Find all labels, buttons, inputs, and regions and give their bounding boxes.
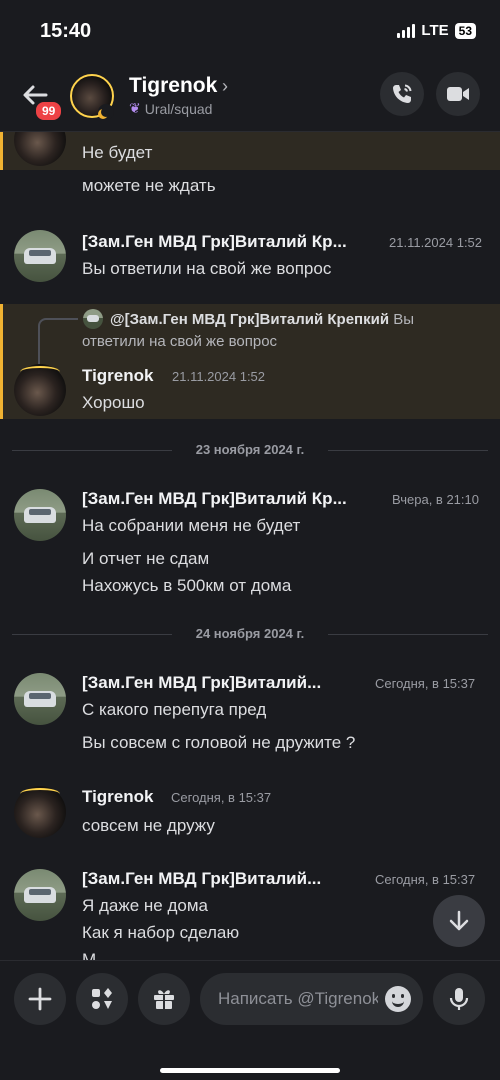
attach-button[interactable] [14, 973, 66, 1025]
plus-icon [28, 987, 52, 1011]
message-author[interactable]: [Зам.Ген МВД Грк]Виталий Кр... [82, 489, 347, 509]
video-camera-icon [447, 87, 469, 101]
unread-badge: 99 [34, 100, 64, 122]
avatar[interactable] [14, 364, 66, 416]
custom-status: ❦ Ural/squad [129, 100, 212, 117]
reply-connector [38, 318, 78, 364]
call-button[interactable] [380, 72, 424, 116]
status-time: 15:40 [40, 20, 92, 42]
message-text: На собрании меня не будет [82, 516, 301, 535]
message-text: Как я набор сделаю [82, 923, 240, 942]
avatar[interactable] [14, 230, 66, 282]
gift-button[interactable] [138, 973, 190, 1025]
status-bar: 15:40 LTE 53 [0, 0, 500, 62]
message-timestamp: Сегодня, в 15:37 [171, 790, 272, 805]
arrow-down-icon [449, 910, 469, 931]
message-timestamp: Сегодня, в 15:37 [375, 872, 476, 887]
avatar[interactable] [14, 489, 66, 541]
chevron-right-icon[interactable]: › [222, 76, 228, 97]
voice-message-button[interactable] [433, 973, 485, 1025]
emoji-icon[interactable] [385, 986, 411, 1012]
message-timestamp: 21.11.2024 1:52 [172, 369, 266, 384]
message-author[interactable]: Tigrenok [82, 787, 153, 807]
message-timestamp: 21.11.2024 1:52 [389, 235, 483, 250]
date-divider: 24 ноября 2024 г. [12, 626, 488, 642]
battery-icon: 53 [454, 22, 476, 39]
message-text: Не будет [82, 143, 153, 162]
message-text: Я даже не дома [82, 896, 209, 915]
jump-to-latest-button[interactable] [433, 895, 485, 947]
channel-title[interactable]: Tigrenok [129, 74, 217, 98]
message-author[interactable]: [Зам.Ген МВД Грк]Виталий... [82, 673, 321, 693]
network-label: LTE [421, 22, 449, 39]
reply-text: ответили на свой же вопрос [82, 333, 278, 350]
butterfly-icon: ❦ [129, 100, 141, 116]
gift-icon [154, 990, 174, 1010]
avatar[interactable] [14, 673, 66, 725]
reply-preview[interactable]: @[Зам.Ген МВД Грк]Виталий Крепкий Вы отв… [82, 309, 462, 353]
mention-bar [0, 132, 3, 170]
mention-bar [0, 304, 3, 419]
message-input[interactable]: Написать @Tigrenok [200, 973, 423, 1025]
chat-header: 99 Tigrenok › ❦ Ural/squad [0, 62, 500, 132]
message-text: Нахожусь в 500км от дома [82, 576, 292, 595]
message-list[interactable]: Не будет можете не ждать [Зам.Ген МВД Гр… [0, 132, 500, 960]
message-text: С какого перепуга пред [82, 700, 267, 719]
date-divider: 23 ноября 2024 г. [12, 442, 488, 458]
reply-author: @[Зам.Ген МВД Грк]Виталий Крепкий [110, 311, 390, 328]
date-divider-label: 23 ноября 2024 г. [195, 442, 305, 457]
signal-icon [397, 23, 416, 38]
message-text: Хорошо [82, 393, 145, 412]
message-text: совсем не дружу [82, 816, 215, 835]
status-indicators: LTE 53 [397, 22, 476, 39]
video-call-button[interactable] [436, 72, 480, 116]
message-timestamp: Вчера, в 21:10 [392, 492, 479, 507]
phone-icon [393, 84, 412, 103]
custom-status-text: Ural/squad [144, 100, 213, 117]
avatar[interactable] [14, 786, 66, 838]
message-author[interactable]: [Зам.Ген МВД Грк]Виталий... [82, 869, 321, 889]
message-author[interactable]: Tigrenok [82, 366, 153, 386]
message-text: Вы совсем с головой не дружите ? [82, 733, 356, 752]
date-divider-label: 24 ноября 2024 г. [195, 626, 305, 641]
message-text: можете не ждать [82, 176, 216, 195]
message-input-placeholder: Написать @Tigrenok [218, 989, 378, 1008]
message-text: М [82, 950, 97, 960]
message-composer: Написать @Tigrenok [0, 960, 500, 1080]
message-text: Вы ответили на свой же вопрос [82, 259, 332, 278]
message-timestamp: Сегодня, в 15:37 [375, 676, 476, 691]
microphone-icon [449, 988, 469, 1010]
apps-icon [92, 988, 112, 1009]
apps-button[interactable] [76, 973, 128, 1025]
idle-status-icon [98, 104, 114, 120]
reply-text: Вы [393, 311, 415, 328]
home-indicator [160, 1068, 340, 1073]
avatar[interactable] [14, 869, 66, 921]
message-text: И отчет не сдам [82, 549, 210, 568]
message-author[interactable]: [Зам.Ген МВД Грк]Виталий Кр... [82, 232, 347, 252]
message-highlight [0, 132, 500, 170]
